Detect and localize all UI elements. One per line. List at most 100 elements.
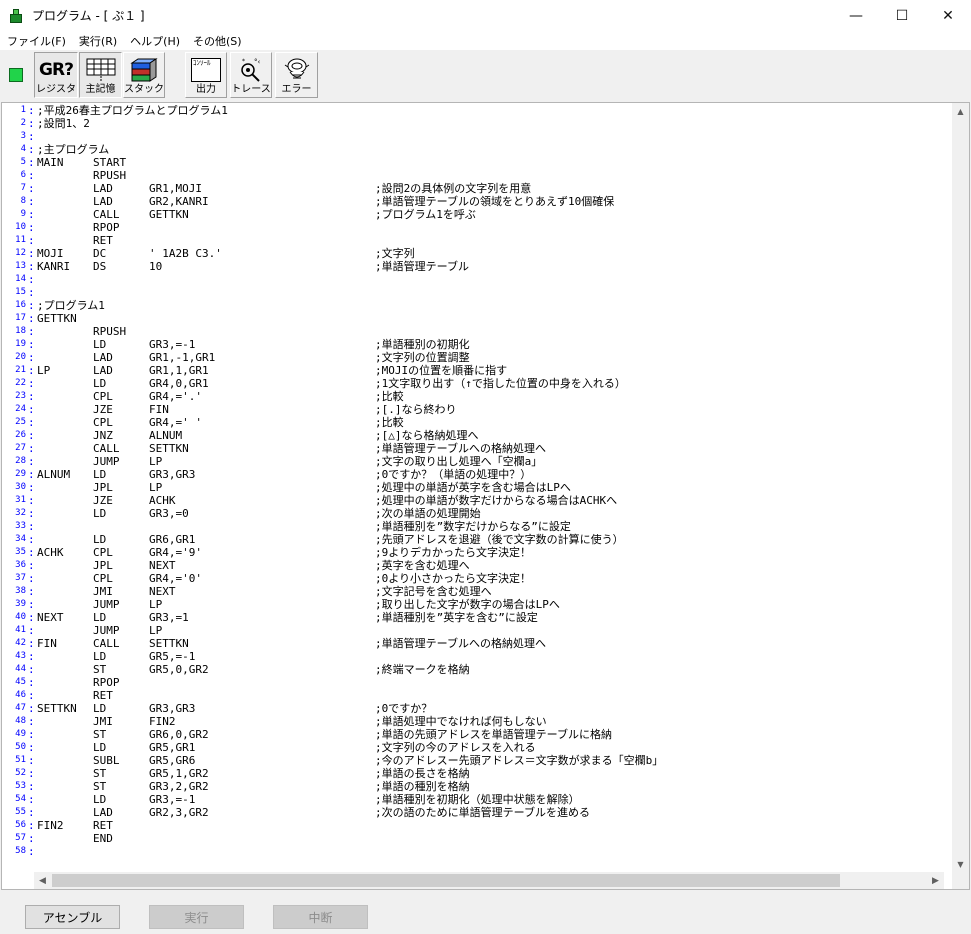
code-line[interactable] <box>37 845 937 858</box>
scroll-right-arrow-icon[interactable]: ▶ <box>927 872 944 889</box>
code-comment: ;MOJIの位置を順番に指す <box>375 364 508 377</box>
menu-file[interactable]: ファイル(F) <box>0 33 72 49</box>
code-line[interactable]: LD GR4,0,GR1 ;1文字取り出す（↑で指した位置の中身を入れる） <box>37 377 937 390</box>
code-line[interactable]: LD GR3,=-1 ;単語種別の初期化 <box>37 338 937 351</box>
vertical-scrollbar[interactable]: ▲ ▼ <box>952 103 969 873</box>
trace-button[interactable]: °‹ * トレース <box>230 52 272 98</box>
code-line[interactable]: MAIN START <box>37 156 937 169</box>
line-number: 51 <box>15 755 26 765</box>
code-line[interactable] <box>37 273 937 286</box>
code-line[interactable]: CPL GR4,=' ' ;比較 <box>37 416 937 429</box>
code-line[interactable]: LAD GR2,KANRI ;単語管理テーブルの領域をとりあえず10個確保 <box>37 195 937 208</box>
code-line[interactable]: CALL SETTKN ;単語管理テーブルへの格納処理へ <box>37 442 937 455</box>
code-line[interactable]: LD GR3,=-1 ;単語種別を初期化（処理中状態を解除） <box>37 793 937 806</box>
code-line[interactable]: ;主プログラム <box>37 143 937 156</box>
code-line[interactable]: KANRI DS 10 ;単語管理テーブル <box>37 260 937 273</box>
code-line[interactable]: END <box>37 832 937 845</box>
code-line[interactable]: RET <box>37 689 937 702</box>
code-line[interactable]: JUMP LP ;取り出した文字が数字の場合はLPへ <box>37 598 937 611</box>
code-line[interactable]: CPL GR4,='0' ;0より小さかったら文字決定！ <box>37 572 937 585</box>
code-line[interactable]: LD GR5,=-1 <box>37 650 937 663</box>
code-operand: GR2,3,GR2 <box>149 806 209 819</box>
line-number: 1 <box>20 105 26 115</box>
code-line[interactable]: FIN2 RET <box>37 819 937 832</box>
register-button[interactable]: GR? レジスタ <box>34 52 78 98</box>
code-comment: ;文字の取り出し処理へ「空欄a」 <box>375 455 543 468</box>
code-line[interactable]: ;プログラム1 <box>37 299 937 312</box>
code-line[interactable]: RET <box>37 234 937 247</box>
code-line[interactable]: JPL LP ;処理中の単語が英字を含む場合はLPへ <box>37 481 937 494</box>
code-line[interactable]: GETTKN <box>37 312 937 325</box>
close-button[interactable]: ✕ <box>925 0 971 31</box>
code-line[interactable]: JPL NEXT ;英字を含む処理へ <box>37 559 937 572</box>
maximize-button[interactable]: ☐ <box>879 0 925 31</box>
code-line[interactable]: CALL GETTKN ;プログラム1を呼ぶ <box>37 208 937 221</box>
code-label: MOJI <box>37 247 64 260</box>
code-line[interactable]: RPUSH <box>37 325 937 338</box>
code-editor[interactable]: 1:2:3:4:5:6:7:8:9:10:11:12:13:14:15:16:1… <box>1 102 970 890</box>
scroll-down-arrow-icon[interactable]: ▼ <box>952 856 969 873</box>
code-line[interactable]: RPUSH <box>37 169 937 182</box>
code-line[interactable]: JZE ACHK ;処理中の単語が数字だけからなる場合はACHKへ <box>37 494 937 507</box>
code-line[interactable]: ST GR5,1,GR2 ;単語の長さを格納 <box>37 767 937 780</box>
code-line[interactable]: MOJI DC ' 1A2B C3.' ;文字列 <box>37 247 937 260</box>
code-line[interactable]: ST GR3,2,GR2 ;単語の種別を格納 <box>37 780 937 793</box>
code-line[interactable]: LP LAD GR1,1,GR1 ;MOJIの位置を順番に指す <box>37 364 937 377</box>
minimize-button[interactable]: — <box>833 0 879 31</box>
horizontal-scroll-thumb[interactable] <box>52 874 840 887</box>
code-line[interactable]: JUMP LP ;文字の取り出し処理へ「空欄a」 <box>37 455 937 468</box>
code-line[interactable]: LAD GR1,MOJI ;設問2の具体例の文字列を用意 <box>37 182 937 195</box>
scroll-up-arrow-icon[interactable]: ▲ <box>952 103 969 120</box>
line-separator: : <box>28 494 35 507</box>
code-line[interactable]: LD GR3,=0 ;次の単語の処理開始 <box>37 507 937 520</box>
scrollbar-corner <box>952 872 969 889</box>
code-line[interactable]: RPOP <box>37 221 937 234</box>
code-label: ALNUM <box>37 468 71 481</box>
line-number: 7 <box>20 183 26 193</box>
code-line[interactable]: JMI FIN2 ;単語処理中でなければ何もしない <box>37 715 937 728</box>
code-line[interactable]: LD GR5,GR1 ;文字列の今のアドレスを入れる <box>37 741 937 754</box>
code-operand: GR3,GR3 <box>149 468 196 481</box>
code-area[interactable]: ;平成26春主プログラムとプログラム1 ;設問1、2 ;主プログラム MAIN STAR… <box>35 103 945 873</box>
error-button[interactable]: エラー <box>275 52 318 98</box>
code-line[interactable]: ALNUM LD GR3,GR3 ;0ですか？（単語の処理中？） <box>37 468 937 481</box>
code-line[interactable]: ST GR5,0,GR2 ;終端マークを格納 <box>37 663 937 676</box>
code-line[interactable]: LD GR6,GR1 ;先頭アドレスを退避（後で文字数の計算に使う） <box>37 533 937 546</box>
code-line[interactable]: LAD GR1,-1,GR1 ;文字列の位置調整 <box>37 351 937 364</box>
code-line[interactable]: SETTKN LD GR3,GR3 ;0ですか？ <box>37 702 937 715</box>
menu-other[interactable]: その他(S) <box>186 33 248 49</box>
code-line[interactable]: LAD GR2,3,GR2 ;次の語のために単語管理テーブルを進める <box>37 806 937 819</box>
menu-run[interactable]: 実行(R) <box>72 33 123 49</box>
code-line[interactable]: NEXT LD GR3,=1 ;単語種別を”英字を含む”に設定 <box>37 611 937 624</box>
code-operand: GR4,='9' <box>149 546 202 559</box>
code-opcode: LD <box>93 507 107 520</box>
menu-help[interactable]: ヘルプ(H) <box>123 33 186 49</box>
assemble-button[interactable]: アセンブル <box>25 905 120 929</box>
code-line[interactable]: RPOP <box>37 676 937 689</box>
line-separator: : <box>28 442 35 455</box>
line-number: 13 <box>15 261 26 271</box>
code-line[interactable]: JZE FIN ;[.]なら終わり <box>37 403 937 416</box>
code-line[interactable] <box>37 286 937 299</box>
stop-button[interactable]: 中断 <box>273 905 368 929</box>
code-line[interactable]: ST GR6,0,GR2 ;単語の先頭アドレスを単語管理テーブルに格納 <box>37 728 937 741</box>
stack-button[interactable]: スタック <box>123 52 165 98</box>
code-line[interactable]: JMI NEXT ;文字記号を含む処理へ <box>37 585 937 598</box>
run-button[interactable]: 実行 <box>149 905 244 929</box>
horizontal-scrollbar[interactable]: ◀ ▶ <box>34 872 944 889</box>
code-line[interactable]: ACHK CPL GR4,='9' ;9よりデカかったら文字決定！ <box>37 546 937 559</box>
code-line[interactable]: CPL GR4,='.' ;比較 <box>37 390 937 403</box>
code-line[interactable]: JNZ ALNUM ;[△]なら格納処理へ <box>37 429 937 442</box>
code-opcode: LD <box>93 611 107 624</box>
memory-button[interactable]: 主記憶 <box>79 52 122 98</box>
code-line[interactable]: JUMP LP <box>37 624 937 637</box>
code-line[interactable]: SUBL GR5,GR6 ;今のアドレスー先頭アドレス＝文字数が求まる「空欄b」 <box>37 754 937 767</box>
code-line[interactable]: ;設問1、2 <box>37 117 937 130</box>
code-line[interactable]: ;平成26春主プログラムとプログラム1 <box>37 104 937 117</box>
code-operand: GR5,0,GR2 <box>149 663 209 676</box>
code-line[interactable]: ;単語種別を”数字だけからなる”に設定 <box>37 520 937 533</box>
output-button[interactable]: ｺﾝｿｰﾙ 出力 <box>185 52 227 98</box>
code-line[interactable]: FIN CALL SETTKN ;単語管理テーブルへの格納処理へ <box>37 637 937 650</box>
scroll-left-arrow-icon[interactable]: ◀ <box>34 872 51 889</box>
code-line[interactable] <box>37 130 937 143</box>
